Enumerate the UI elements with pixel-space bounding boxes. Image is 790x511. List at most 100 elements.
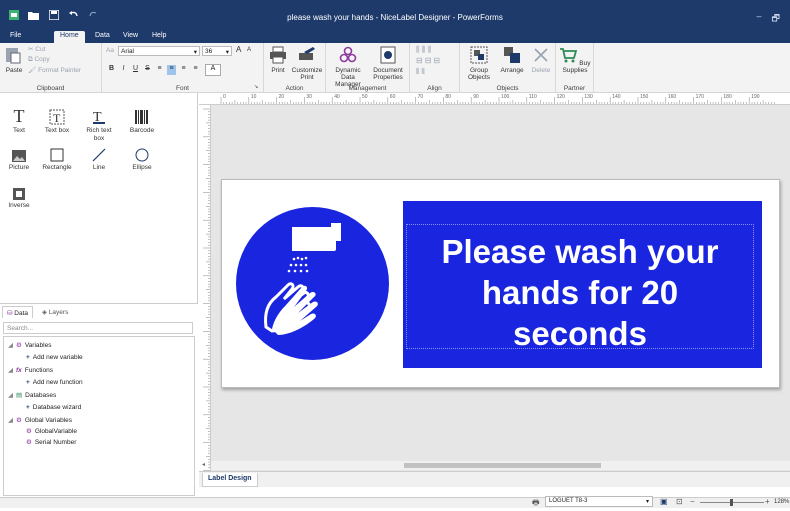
zoom-out-icon[interactable]: − bbox=[690, 497, 695, 506]
plus-icon: + bbox=[26, 404, 30, 411]
print-button[interactable]: Print bbox=[268, 46, 288, 74]
tree-database-wizard[interactable]: + Database wizard bbox=[26, 404, 81, 411]
tab-home[interactable]: Home bbox=[54, 31, 85, 43]
font-color-button[interactable]: A bbox=[205, 64, 221, 76]
align-left-icon[interactable]: ≡ bbox=[155, 65, 164, 75]
global-variables-label: Global Variables bbox=[24, 416, 73, 424]
font-family-value: Arial bbox=[121, 48, 135, 55]
justify-icon[interactable]: ≡ bbox=[191, 65, 200, 75]
barcode-icon bbox=[135, 110, 148, 124]
align-center-icon[interactable]: ≡ bbox=[167, 65, 176, 75]
customize-print-button[interactable]: Customize Print bbox=[290, 46, 324, 81]
ruler-label: 90 bbox=[473, 94, 479, 100]
clipboard-group-label: Clipboard bbox=[36, 85, 65, 92]
delete-button[interactable]: Delete bbox=[528, 46, 554, 74]
actual-size-icon[interactable]: ⊡ bbox=[676, 497, 683, 506]
distribute-icons[interactable]: ⫴⫴ bbox=[416, 68, 427, 76]
tool-inverse[interactable]: Inverse bbox=[1, 182, 37, 210]
tree-variables[interactable]: ◢ ⚙ Variables bbox=[8, 341, 51, 350]
tab-file[interactable]: File bbox=[4, 31, 27, 43]
database-icon: ▤ bbox=[16, 392, 23, 399]
data-panel: ⛁ Data ◈ Layers Search... ◢ ⚙ Variables + A… bbox=[0, 303, 198, 497]
paste-button[interactable]: Paste bbox=[4, 46, 24, 74]
search-input[interactable]: Search... bbox=[3, 322, 193, 334]
sign-text-line-1: Please wash your bbox=[441, 233, 719, 270]
tree-global-variables[interactable]: ◢ ⚙ Global Variables bbox=[8, 416, 73, 425]
hand-wash-sign-circle[interactable] bbox=[236, 207, 389, 360]
svg-text:T: T bbox=[53, 111, 61, 125]
font-family-select[interactable]: Arial ▾ bbox=[118, 46, 200, 56]
tab-help[interactable]: Help bbox=[146, 31, 172, 43]
font-dialog-launcher-icon[interactable]: ↘ bbox=[254, 84, 258, 91]
font-group-label: Font bbox=[175, 85, 189, 92]
font-size-select[interactable]: 36 ▾ bbox=[202, 46, 232, 56]
tab-data-panel[interactable]: ⛁ Data bbox=[2, 306, 33, 318]
add-variable-label: Add new variable bbox=[32, 354, 83, 361]
align-middle-icons[interactable]: ⊟⊟⊟ bbox=[416, 57, 442, 65]
strikethrough-button[interactable]: S bbox=[143, 65, 152, 75]
align-top-icons[interactable]: ⫼⫼⫼ bbox=[416, 46, 433, 54]
italic-button[interactable]: I bbox=[119, 65, 128, 75]
tool-line[interactable]: Line bbox=[81, 144, 117, 172]
zoom-slider-thumb[interactable] bbox=[730, 499, 733, 506]
tool-barcode[interactable]: Barcode bbox=[124, 107, 160, 135]
tool-text[interactable]: T Text bbox=[1, 107, 37, 135]
tree-functions[interactable]: ◢ fx Functions bbox=[8, 366, 53, 375]
tree-global-variable[interactable]: ⚙ GlobalVariable bbox=[26, 427, 77, 436]
window-title: please wash your hands - NiceLabel Desig… bbox=[287, 13, 503, 22]
sign-text-line-2: hands for 20 bbox=[481, 274, 679, 311]
arrange-button[interactable]: Arrange bbox=[498, 46, 526, 74]
line-icon bbox=[92, 148, 106, 162]
tree-add-variable[interactable]: + Add new variable bbox=[26, 354, 83, 361]
minimize-button[interactable]: – bbox=[757, 11, 762, 27]
tab-label-design[interactable]: Label Design bbox=[202, 473, 258, 487]
cart-icon bbox=[560, 48, 578, 63]
grow-font-button[interactable]: A bbox=[236, 46, 241, 54]
shrink-font-button[interactable]: A bbox=[247, 47, 251, 54]
tab-view[interactable]: View bbox=[117, 31, 144, 43]
printer-value: LOGUET T8-3 bbox=[549, 498, 588, 504]
tool-rich-text-box[interactable]: T Rich text box bbox=[81, 107, 117, 143]
tool-rectangle-label: Rectangle bbox=[42, 164, 72, 171]
maximize-button[interactable]: 🗗 bbox=[772, 11, 780, 27]
ruler-label: 10 bbox=[250, 94, 257, 100]
document-properties-button[interactable]: Document Properties bbox=[368, 46, 408, 81]
tab-layers[interactable]: ◈ Layers bbox=[38, 306, 72, 318]
tool-text-box[interactable]: T Text box bbox=[39, 107, 75, 135]
ruler-label: 150 bbox=[640, 94, 649, 100]
format-painter-button[interactable]: 🖌 Format Painter bbox=[28, 67, 81, 74]
printer-icon: 🖶 bbox=[532, 498, 540, 507]
tab-data[interactable]: Data bbox=[89, 31, 116, 43]
align-right-icon[interactable]: ≡ bbox=[179, 65, 188, 75]
ribbon: Paste ✂ Cut ⧉ Copy 🖌 Format Painter Clip… bbox=[0, 43, 790, 93]
document-properties-icon bbox=[380, 46, 396, 64]
buy-supplies-button[interactable]: Buy Supplies bbox=[559, 46, 591, 74]
bold-button[interactable]: B bbox=[107, 65, 116, 75]
fit-page-icon[interactable]: ▣ bbox=[660, 497, 668, 506]
copy-button[interactable]: ⧉ Copy bbox=[28, 56, 50, 63]
printer-icon bbox=[270, 46, 286, 64]
tool-picture[interactable]: Picture bbox=[1, 144, 37, 172]
ruler-label: 140 bbox=[612, 94, 621, 100]
ruler-label: 30 bbox=[306, 94, 312, 100]
tool-ellipse[interactable]: Ellipse bbox=[124, 144, 160, 172]
document-properties-label: Document Properties bbox=[373, 67, 403, 81]
tree-serial-number[interactable]: ⚙ Serial Number bbox=[26, 438, 76, 447]
tree-databases[interactable]: ◢ ▤ Databases bbox=[8, 391, 56, 400]
dynamic-data-manager-button[interactable]: Dynamic Data Manager bbox=[330, 46, 366, 88]
tool-rectangle[interactable]: Rectangle bbox=[39, 144, 75, 172]
tree-add-function[interactable]: + Add new function bbox=[26, 379, 83, 386]
cut-button[interactable]: ✂ Cut bbox=[28, 46, 45, 53]
zoom-in-icon[interactable]: + bbox=[765, 497, 770, 506]
tool-text-box-label: Text box bbox=[44, 127, 70, 134]
ruler-label: 190 bbox=[751, 94, 760, 100]
underline-button[interactable]: U bbox=[131, 65, 140, 75]
sign-message-textbox[interactable]: Please wash your hands for 20 seconds bbox=[406, 224, 754, 352]
action-group-label: Action bbox=[285, 85, 304, 92]
customize-print-label: Customize Print bbox=[291, 67, 323, 81]
group-objects-button[interactable]: Group Objects bbox=[464, 46, 494, 81]
horizontal-scrollbar-thumb[interactable] bbox=[404, 463, 601, 468]
scroll-left-icon[interactable]: ◂ bbox=[202, 461, 205, 468]
cut-label: Cut bbox=[35, 46, 46, 53]
printer-select[interactable]: LOGUET T8-3 ▾ bbox=[545, 496, 653, 507]
